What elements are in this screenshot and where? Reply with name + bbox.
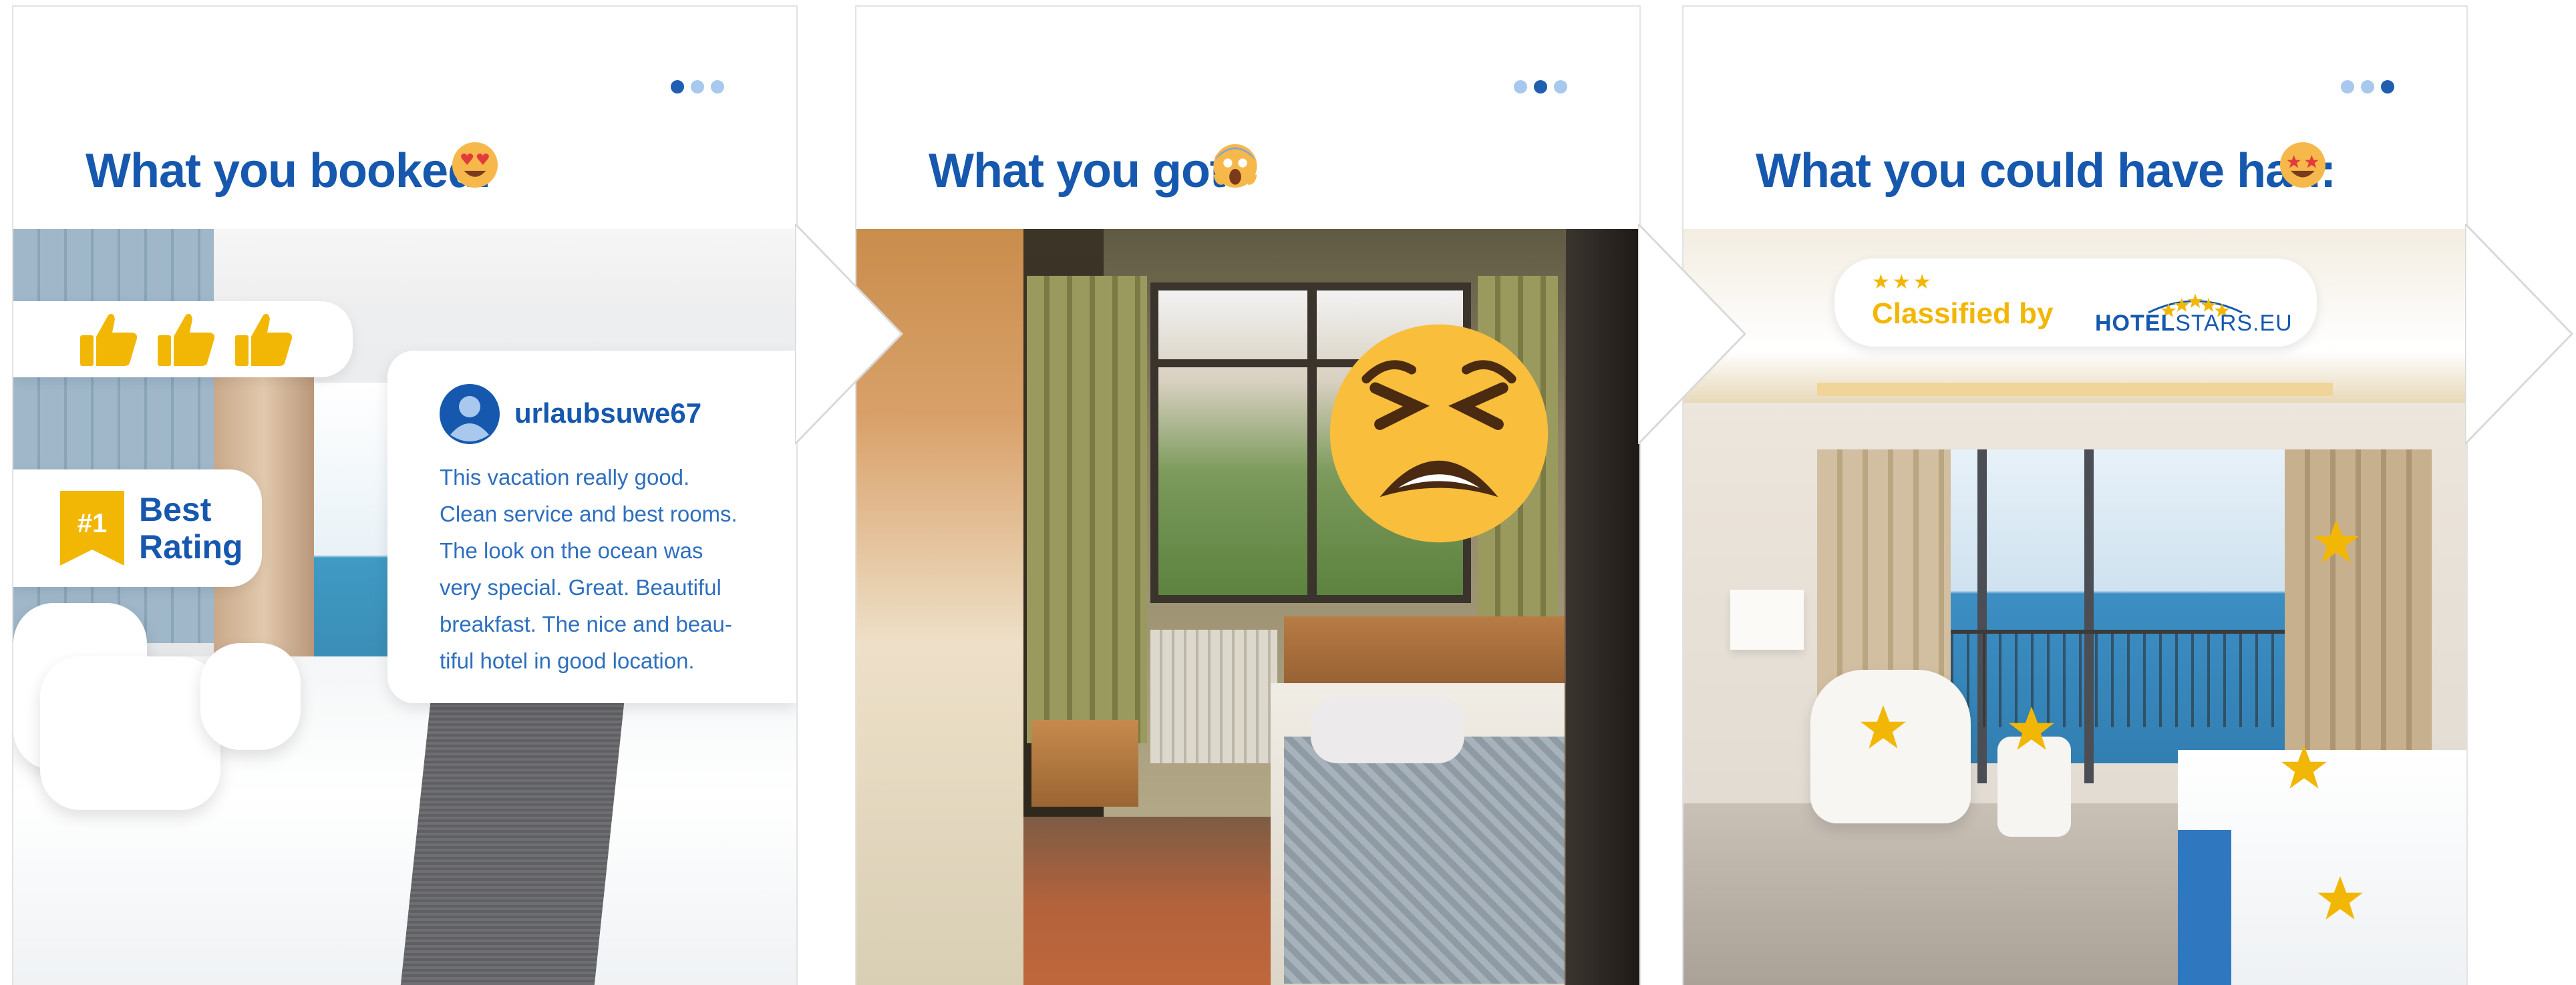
hotelstars-logo-rest: STARS.EU: [2175, 311, 2293, 336]
next-arrow-icon[interactable]: [2465, 224, 2576, 444]
pagination-dot-3[interactable]: [2381, 80, 2394, 93]
tired-face-emoji-icon: [1329, 324, 1549, 543]
pagination-dot-2[interactable]: [1534, 80, 1547, 93]
screaming-face-emoji-icon: [1213, 144, 1257, 188]
heart-eyes-emoji-icon: [452, 142, 498, 188]
review-line: Clean service and best rooms.: [440, 502, 738, 526]
pagination-dot-2[interactable]: [2361, 80, 2374, 93]
classification-stars: ★★★: [1872, 271, 1934, 293]
photo-classified-hotel-room: ★★★ Classified by HOTELSTARS.EU: [1683, 229, 2466, 985]
pagination-dot-3[interactable]: [711, 80, 724, 93]
card-title: What you could have had:: [1756, 144, 2336, 198]
pagination-dot-1[interactable]: [2341, 80, 2354, 93]
card-what-you-could-have-had: What you could have had: ★★★ Classified …: [1683, 7, 2466, 985]
classified-by-text: Classified by: [1872, 297, 2054, 330]
hotelstars-logo-bold: HOTEL: [2095, 311, 2176, 336]
card-what-you-got: What you got:: [856, 7, 1639, 985]
rank-badge-text: #1: [77, 509, 108, 538]
user-avatar-icon: [440, 384, 500, 444]
thumbs-up-icon: [235, 314, 293, 366]
pagination-dot-2[interactable]: [691, 80, 704, 93]
classified-badge: ★★★ Classified by HOTELSTARS.EU: [1834, 258, 2317, 347]
card-header: What you booked:: [13, 7, 796, 229]
pagination-dots: [2341, 80, 2394, 93]
rating-label: Best Rating: [139, 491, 243, 566]
pagination-dot-1[interactable]: [1514, 80, 1527, 93]
review-text: This vacation really good. Clean service…: [440, 459, 774, 679]
pagination-dot-1[interactable]: [671, 80, 684, 93]
star-struck-emoji-icon: [2279, 142, 2326, 188]
rating-label-line2: Rating: [139, 528, 243, 566]
card-title: What you booked:: [86, 144, 492, 198]
rank-badge-icon: #1: [60, 491, 124, 566]
photo-booked-room: #1 Best Rating urlaubsuwe67 This vacatio…: [13, 229, 796, 985]
review-line: very special. Great. Beautiful: [440, 575, 721, 600]
card-what-you-booked: What you booked: #1 Best Rating urlaubsu…: [13, 7, 796, 985]
next-arrow-icon[interactable]: [1638, 224, 1758, 444]
review-username: urlaubsuwe67: [514, 397, 702, 429]
star-icon: [2313, 520, 2359, 563]
card-title: What you got:: [929, 144, 1241, 198]
photo-run-down-room: [856, 229, 1639, 985]
best-rating-pill: #1 Best Rating: [13, 469, 262, 587]
thumbs-up-icon: [80, 314, 138, 366]
pagination-dots: [1514, 80, 1567, 93]
thumbs-up-icon: [158, 314, 215, 366]
star-icon: [1861, 705, 1906, 749]
review-line: tiful hotel in good location.: [440, 648, 695, 673]
next-arrow-icon[interactable]: [795, 224, 915, 444]
card-header: What you could have had:: [1683, 7, 2466, 229]
star-icon: [2317, 876, 2363, 920]
star-icon: [2281, 745, 2327, 789]
card-header: What you got:: [856, 7, 1639, 229]
hotelstars-logo-text: HOTELSTARS.EU: [2095, 311, 2293, 337]
review-line: breakfast. The nice and beau-: [440, 612, 732, 636]
thumbs-up-rating-pill: [13, 301, 353, 377]
review-line: The look on the ocean was: [440, 538, 703, 563]
review-line: This vacation really good.: [440, 465, 690, 489]
star-icon: [2009, 707, 2054, 750]
rating-label-line1: Best: [139, 491, 212, 528]
review-card: urlaubsuwe67 This vacation really good. …: [387, 351, 796, 703]
pagination-dots: [671, 80, 724, 93]
pagination-dot-3[interactable]: [1554, 80, 1567, 93]
